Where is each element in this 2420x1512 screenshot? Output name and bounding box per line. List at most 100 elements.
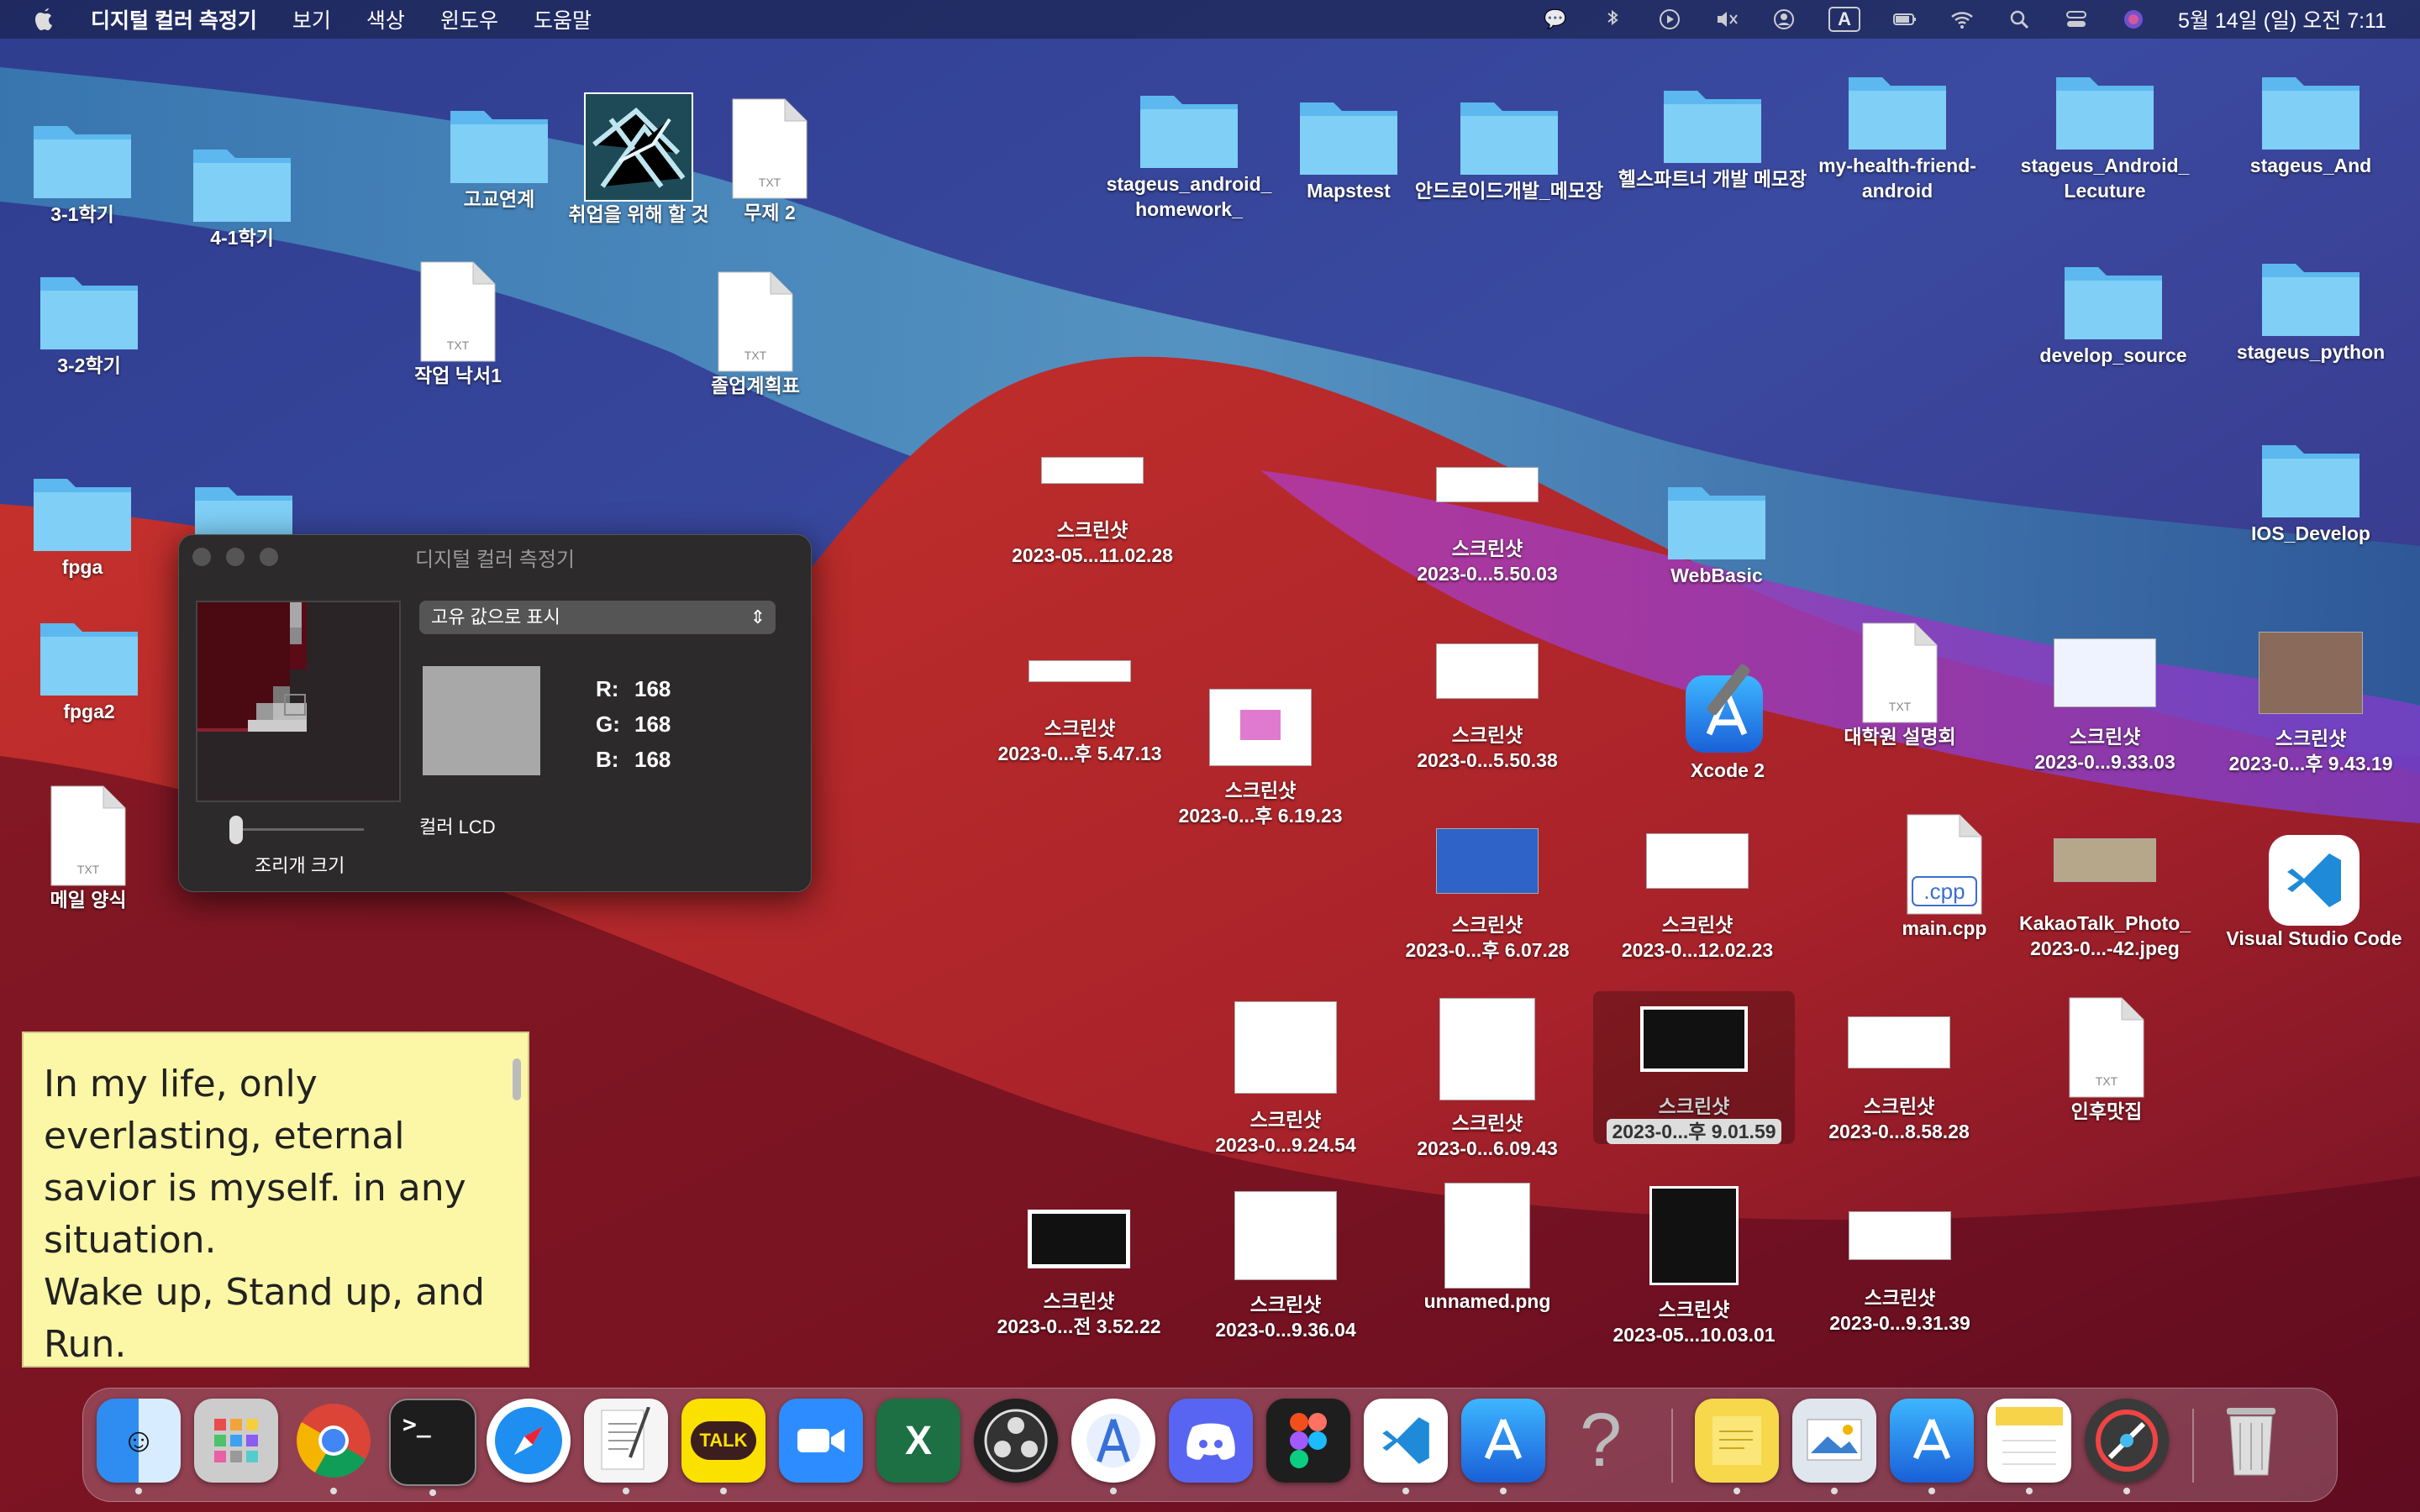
sticky-note[interactable]: In my life, only everlasting, eternal sa… xyxy=(22,1032,529,1368)
desktop-screenshot[interactable]: 스크린샷 2023-0...9.24.54 xyxy=(1185,1001,1386,1158)
terminal-icon[interactable]: >_ xyxy=(389,1399,476,1496)
discord-icon[interactable] xyxy=(1169,1399,1253,1483)
mute-icon[interactable] xyxy=(1714,8,1739,31)
menu-help[interactable]: 도움말 xyxy=(534,4,592,34)
slider-knob[interactable] xyxy=(229,816,243,844)
desktop-file[interactable]: TXT 무제 2 xyxy=(719,97,820,225)
chrome-icon[interactable] xyxy=(292,1399,376,1494)
desktop-screenshot[interactable]: 스크린샷 2023-0...12.02.23 xyxy=(1597,833,1798,963)
digital-color-meter-icon[interactable] xyxy=(2085,1399,2169,1494)
desktop-screenshot[interactable]: 스크린샷 2023-0...5.50.38 xyxy=(1395,643,1580,773)
figma-icon[interactable] xyxy=(1266,1399,1350,1483)
desktop-folder[interactable]: my-health-friend- android xyxy=(1805,66,1990,203)
desktop-screenshot-selected[interactable]: 스크린샷 2023-0...후 9.01.59 xyxy=(1593,991,1795,1144)
desktop-file[interactable]: .cpp main.cpp xyxy=(1894,813,1995,941)
folder-label: 고교연계 xyxy=(463,188,535,210)
app-menu[interactable]: 디지털 컬러 측정기 xyxy=(91,4,257,34)
desktop-folder[interactable]: 4-1학기 xyxy=(183,138,301,250)
desktop-folder[interactable]: 고교연계 xyxy=(440,99,558,212)
menu-color[interactable]: 색상 xyxy=(366,4,405,34)
finder-icon[interactable]: ☺ xyxy=(97,1399,181,1494)
desktop-folder[interactable]: stageus_And xyxy=(2235,66,2386,178)
unknown-app-icon[interactable]: ? xyxy=(1559,1399,1643,1483)
desktop-file[interactable]: 취업을 위해 할 것 xyxy=(568,92,709,227)
excel-icon[interactable]: X xyxy=(876,1399,960,1483)
desktop-folder[interactable]: 3-2학기 xyxy=(30,265,148,378)
desktop-screenshot[interactable]: 스크린샷 2023-0...9.31.39 xyxy=(1803,1211,1996,1336)
menu-window[interactable]: 윈도우 xyxy=(440,4,498,34)
aperture-slider[interactable] xyxy=(229,816,364,844)
control-center-icon[interactable] xyxy=(2064,8,2089,31)
message-icon[interactable]: 💬 xyxy=(1543,8,1568,31)
desktop-folder[interactable]: 헬스파트너 개발 메모장 xyxy=(1612,79,1813,192)
desktop-folder[interactable]: stageus_Android_ Lecuture xyxy=(2008,66,2202,203)
desktop-screenshot[interactable]: 스크린샷 2023-0...전 3.52.22 xyxy=(978,1210,1180,1339)
desktop-screenshot[interactable]: 스크린샷 2023-0...후 6.07.28 xyxy=(1386,828,1588,963)
android-studio-icon[interactable] xyxy=(1071,1399,1155,1494)
desktop-screenshot[interactable]: 스크린샷 2023-0...5.50.03 xyxy=(1395,467,1580,586)
search-icon[interactable] xyxy=(2007,8,2032,31)
display-mode-select[interactable]: 고유 값으로 표시 ⇕ xyxy=(419,601,776,634)
battery-icon[interactable] xyxy=(1892,8,1918,31)
desktop-file[interactable]: TXT 대학원 설명회 xyxy=(1837,622,1963,749)
input-source-icon[interactable]: A xyxy=(1828,7,1861,32)
screenshot-label: 스크린샷 xyxy=(1863,1095,1935,1117)
desktop-folder[interactable]: develop_source xyxy=(2025,255,2202,368)
desktop-screenshot[interactable]: 스크린샷 2023-0...후 6.19.23 xyxy=(1160,689,1361,828)
desktop-file[interactable]: TXT 메일 양식 xyxy=(34,785,143,912)
desktop-folder[interactable]: IOS_Develop xyxy=(2227,433,2395,546)
wifi-icon[interactable] xyxy=(1949,8,1975,31)
desktop-app[interactable]: Visual Studio Code xyxy=(2213,835,2415,951)
bluetooth-icon[interactable] xyxy=(1600,8,1625,31)
desktop-screenshot[interactable]: 스크린샷 2023-0...9.33.03 xyxy=(2008,638,2202,774)
menu-clock[interactable]: 5월 14일 (일) 오전 7:11 xyxy=(2178,4,2386,34)
notes-icon[interactable] xyxy=(1987,1399,2071,1494)
desktop-screenshot[interactable]: 스크린샷 2023-05...10.03.01 xyxy=(1593,1186,1795,1347)
desktop-file[interactable]: TXT 졸업계획표 xyxy=(701,270,810,398)
vscode-icon[interactable] xyxy=(1364,1399,1448,1494)
screenshot-date: 2023-0...6.09.43 xyxy=(1417,1137,1558,1159)
kakaotalk-icon[interactable]: TALK xyxy=(681,1399,765,1494)
user-icon[interactable] xyxy=(1771,8,1797,31)
launchpad-icon[interactable] xyxy=(194,1399,278,1483)
xcode-build-icon[interactable] xyxy=(1890,1399,1974,1494)
trash-icon[interactable] xyxy=(2209,1399,2293,1483)
obs-icon[interactable] xyxy=(974,1399,1058,1483)
desktop-folder[interactable]: stageus_android_ homework_ xyxy=(1092,84,1286,222)
preview-icon[interactable] xyxy=(1792,1399,1876,1494)
window-titlebar[interactable]: 디지털 컬러 측정기 xyxy=(179,535,811,579)
desktop-file[interactable]: unnamed.png xyxy=(1412,1183,1563,1314)
scrollbar[interactable] xyxy=(513,1058,521,1100)
dock: ☺ >_ TALK X ? xyxy=(82,1388,2338,1502)
desktop-folder[interactable]: 3-1학기 xyxy=(24,114,141,227)
desktop-folder[interactable]: stageus_python xyxy=(2218,252,2403,365)
desktop-screenshot[interactable]: 스크린샷 2023-05...11.02.28 xyxy=(983,457,1202,568)
desktop-folder[interactable]: fpga xyxy=(24,467,141,580)
safari-icon[interactable] xyxy=(487,1399,571,1483)
desktop-screenshot[interactable]: 스크린샷 2023-0...6.09.43 xyxy=(1395,998,1580,1161)
desktop-folder[interactable]: WebBasic xyxy=(1654,475,1780,588)
desktop-folder[interactable]: fpga2 xyxy=(30,612,148,724)
siri-icon[interactable] xyxy=(2121,8,2146,31)
desktop-screenshot[interactable]: 스크린샷 2023-0...9.36.04 xyxy=(1185,1191,1386,1342)
desktop-file[interactable]: TXT 인후맛집 xyxy=(2052,996,2161,1124)
desktop-screenshot[interactable]: 스크린샷 2023-0...8.58.28 xyxy=(1807,1016,1991,1144)
screenshot-label: 스크린샷 xyxy=(1658,1095,1730,1117)
sticky-note-text[interactable]: In my life, only everlasting, eternal sa… xyxy=(44,1058,514,1366)
apple-menu-icon[interactable] xyxy=(34,7,55,32)
desktop-screenshot[interactable]: KakaoTalk_Photo_ 2023-0...-42.jpeg xyxy=(2008,838,2202,961)
xcode-icon[interactable] xyxy=(1461,1399,1545,1494)
desktop-folder[interactable]: Mapstest xyxy=(1286,91,1412,203)
desktop-screenshot[interactable]: 스크린샷 2023-0...후 5.47.13 xyxy=(975,660,1185,766)
desktop-folder[interactable]: 안드로이드개발_메모장 xyxy=(1415,91,1603,203)
desktop-file[interactable]: TXT 작업 낙서1 xyxy=(403,260,513,388)
play-icon[interactable] xyxy=(1657,8,1682,31)
desktop-screenshot[interactable]: 스크린샷 2023-0...후 9.43.19 xyxy=(2210,632,2412,776)
screenshot-label: 스크린샷 xyxy=(1451,724,1523,746)
stickies-icon[interactable] xyxy=(1695,1399,1779,1494)
desktop-app[interactable]: Xcode 2 xyxy=(1669,660,1786,783)
cpp-file-icon: .cpp xyxy=(1907,814,1982,915)
menu-view[interactable]: 보기 xyxy=(292,4,331,34)
textedit-icon[interactable] xyxy=(584,1399,668,1494)
zoom-icon[interactable] xyxy=(779,1399,863,1483)
